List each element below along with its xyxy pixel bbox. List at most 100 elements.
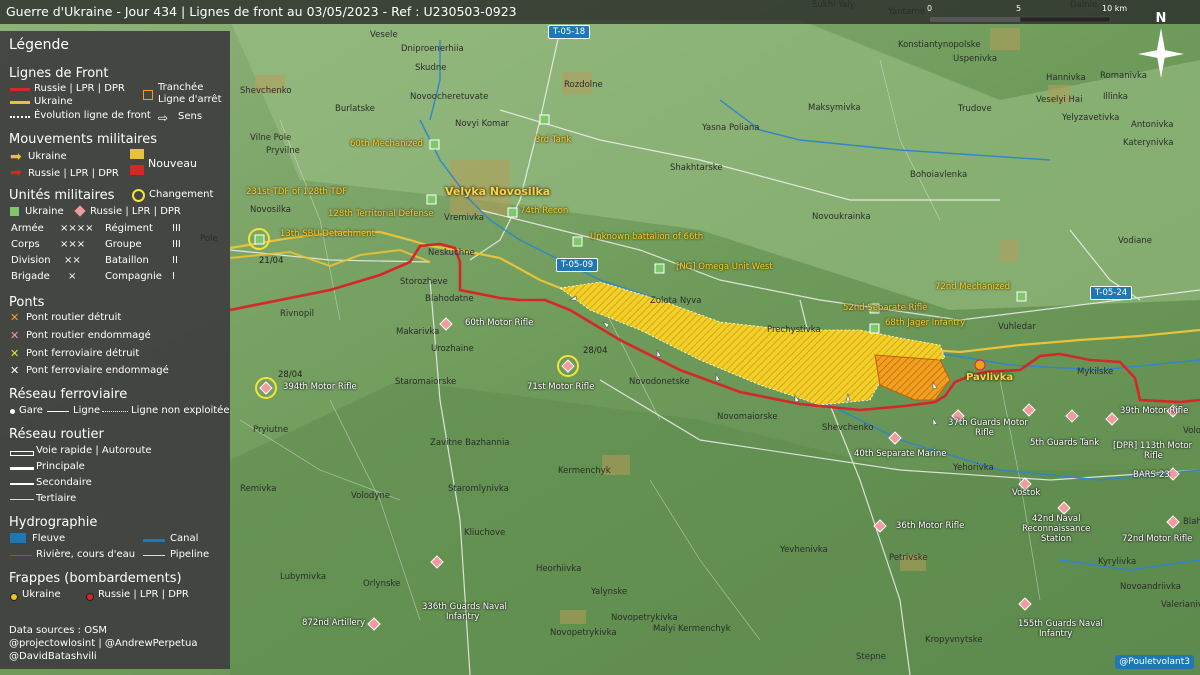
town-label: Petrivske — [889, 553, 928, 563]
unit-label[interactable]: [NG] Omega Unit West — [676, 262, 773, 272]
legend-units-ukraine: Ukraine — [25, 206, 64, 217]
road-main-icon — [10, 467, 34, 470]
legend-groupe-sym: III — [172, 239, 181, 250]
unit-label[interactable]: 60th Motor Rifle — [465, 318, 533, 328]
town-label: Burlatske — [335, 104, 375, 114]
town-label: Vodiane — [1118, 236, 1152, 246]
town-label: Katerynivka — [1123, 138, 1174, 148]
legend-moves-ukraine: Ukraine — [28, 151, 67, 162]
town-label: Mykilske — [1077, 367, 1114, 377]
legend-panel: Légende Lignes de Front Russie | LPR | D… — [0, 31, 230, 669]
town-label: Stepne — [856, 652, 886, 662]
legend-rail-line: Ligne — [73, 405, 101, 416]
unit-label[interactable]: 336th Guards Naval — [422, 602, 507, 612]
town-label: Remivka — [240, 484, 277, 494]
town-label: Novopetrykivka — [611, 613, 678, 623]
unit-label[interactable]: 74th Recon — [520, 206, 568, 216]
unit-label[interactable]: Infantry — [1039, 629, 1072, 639]
legend-corps: Corps — [11, 239, 40, 250]
legend-evolution-icon — [10, 116, 30, 118]
scale-label-10: 10 km — [1102, 4, 1128, 13]
town-label: Novomaiorske — [717, 412, 778, 422]
town-label: Trudove — [958, 104, 992, 114]
town-label: Pryvilne — [266, 146, 300, 156]
bridge-road-damaged-icon: ✕ — [10, 329, 20, 342]
unit-label[interactable]: 231st TDF of 128th TDF — [246, 187, 347, 197]
legend-ukraine-move-icon: ➡ — [10, 149, 22, 165]
legend-regiment: Régiment — [105, 223, 153, 234]
unit-label[interactable]: BARS-23 — [1133, 470, 1170, 480]
town-label: Dalnie — [1070, 0, 1098, 10]
unit-label[interactable]: 128th Territorial Defense — [328, 209, 434, 219]
unit-label[interactable]: Vostok — [1012, 488, 1040, 498]
town-label: Romanivka — [1100, 71, 1147, 81]
town-label: Heorhiivka — [536, 564, 582, 574]
legend-hydro-fleuve: Fleuve — [32, 533, 66, 544]
unit-label[interactable]: Station — [1041, 534, 1071, 544]
unit-label[interactable]: 52nd Separate Rifle — [843, 303, 927, 313]
legend-hydro-canal: Canal — [170, 533, 199, 544]
legend-change-icon — [132, 189, 145, 202]
unit-label[interactable]: 72nd Motor Rifle — [1122, 534, 1192, 544]
unit-label[interactable]: 42nd Naval — [1032, 514, 1080, 524]
unit-label[interactable]: 40th Separate Marine — [854, 449, 946, 459]
unit-label[interactable]: 872nd Artillery — [302, 618, 365, 628]
town-label: Novyi Komar — [455, 119, 510, 129]
legend-sources-3: @DavidBatashvili — [9, 651, 97, 662]
town-label: Storozheve — [400, 277, 448, 287]
unit-label[interactable]: Rifle — [975, 428, 994, 438]
unit-label[interactable]: 13th SBU Detachment — [280, 229, 375, 239]
unit-label[interactable]: 36th Motor Rifle — [896, 521, 964, 531]
legend-rail-station: Gare — [19, 405, 43, 416]
legend-front-evolution: Évolution ligne de front — [34, 110, 151, 121]
unit-label[interactable]: 155th Guards Naval — [1018, 619, 1103, 629]
unit-label[interactable]: Infantry — [446, 612, 479, 622]
legend-trench-icon — [143, 90, 153, 100]
legend-russia-line-icon — [10, 88, 30, 91]
legend-new-ua-icon — [130, 149, 144, 159]
town-label: Prechystivka — [767, 325, 821, 335]
town-label: Yasna Poliana — [702, 123, 760, 133]
town-label: Pryiutne — [253, 425, 289, 435]
town-label: Yevhenivka — [780, 545, 828, 555]
unit-label[interactable]: 3rd Tank — [535, 135, 571, 145]
strike-markers — [974, 359, 986, 371]
legend-front-ukraine: Ukraine — [34, 96, 73, 107]
unit-label[interactable]: 71st Motor Rifle — [527, 382, 594, 392]
legend-strikes-russia: Russie | LPR | DPR — [98, 589, 189, 600]
legend-front-trench: Tranchée — [158, 82, 204, 93]
town-label: Vilne Pole — [250, 133, 292, 143]
scale-label-0: 0 — [927, 4, 933, 13]
legend-brigade: Brigade — [11, 271, 50, 282]
legend-sources-1: Data sources : OSM — [9, 625, 108, 636]
unit-label[interactable]: Rifle — [1144, 451, 1163, 461]
legend-groupe: Groupe — [105, 239, 142, 250]
town-label: Konstiantynopolske — [898, 40, 981, 50]
unit-label[interactable]: 39th Motor Rifle — [1120, 406, 1188, 416]
unit-label[interactable]: 394th Motor Rifle — [283, 382, 357, 392]
town-label: Zolota Nyva — [650, 296, 702, 306]
unit-label[interactable]: 72nd Mechanized — [935, 282, 1010, 292]
legend-bridge-road-damaged: Pont routier endommagé — [26, 330, 151, 341]
unit-label[interactable]: Unknown battalion of 66th — [590, 232, 703, 242]
legend-sens-arrow-icon: ⇨ — [158, 111, 169, 125]
town-label: Illinka — [1103, 92, 1128, 102]
unit-label[interactable]: Reconnaissance — [1022, 524, 1090, 534]
legend-road-secondary: Secondaire — [36, 477, 92, 488]
town-label: Valerianivka — [1161, 600, 1200, 610]
legend-units-change: Changement — [149, 189, 214, 200]
legend-front-stopline: Ligne d'arrêt — [158, 94, 222, 105]
city-label: Pavlivka — [966, 372, 1014, 383]
legend-new-ru-icon — [130, 165, 144, 175]
change-date-label: 28/04 — [583, 346, 608, 356]
legend-rail-unused: Ligne non exploitée — [131, 405, 230, 416]
unit-label[interactable]: 60th Mechanized — [350, 139, 423, 149]
town-label: Rivnopil — [280, 309, 315, 319]
town-label: Sukhi Yaly — [812, 0, 855, 10]
unit-label[interactable]: 37th Guards Motor — [948, 418, 1028, 428]
legend-sources-2: @projectowlosint | @AndrewPerpetua — [9, 638, 198, 649]
town-label: Lubymivka — [280, 572, 327, 582]
unit-label[interactable]: 68th Jager Infantry — [885, 318, 965, 328]
unit-label[interactable]: 5th Guards Tank — [1030, 438, 1099, 448]
unit-label[interactable]: [DPR] 113th Motor — [1113, 441, 1192, 451]
